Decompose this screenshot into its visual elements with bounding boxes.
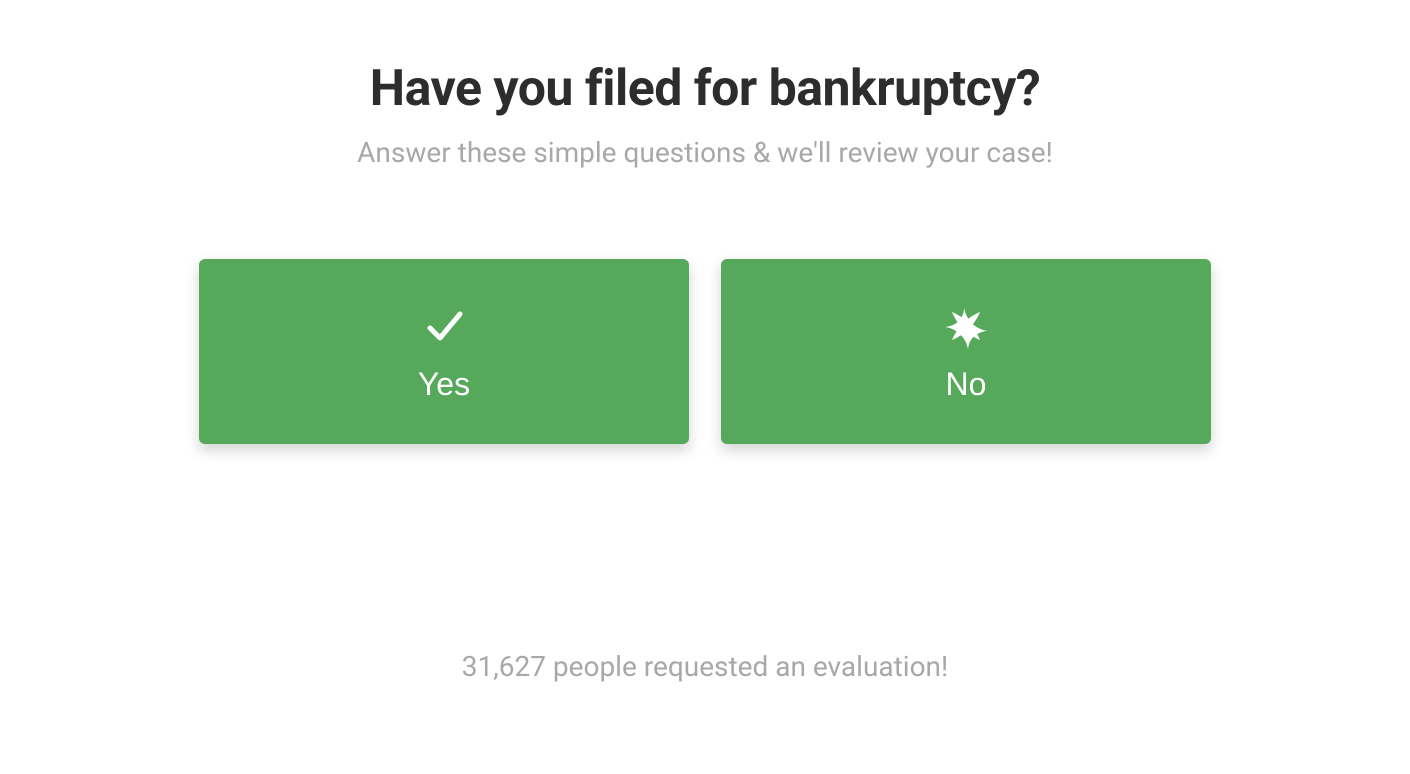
check-icon: [418, 300, 470, 352]
options-row: Yes No: [0, 259, 1410, 444]
no-label: No: [946, 366, 987, 403]
yes-button[interactable]: Yes: [199, 259, 689, 444]
question-container: Have you filed for bankruptcy? Answer th…: [0, 0, 1410, 444]
cross-icon: [940, 300, 992, 352]
no-button[interactable]: No: [721, 259, 1211, 444]
question-title: Have you filed for bankruptcy?: [370, 60, 1040, 118]
yes-label: Yes: [418, 366, 470, 403]
footer-text: 31,627 people requested an evaluation!: [0, 650, 1410, 683]
question-subtitle: Answer these simple questions & we'll re…: [357, 136, 1053, 169]
